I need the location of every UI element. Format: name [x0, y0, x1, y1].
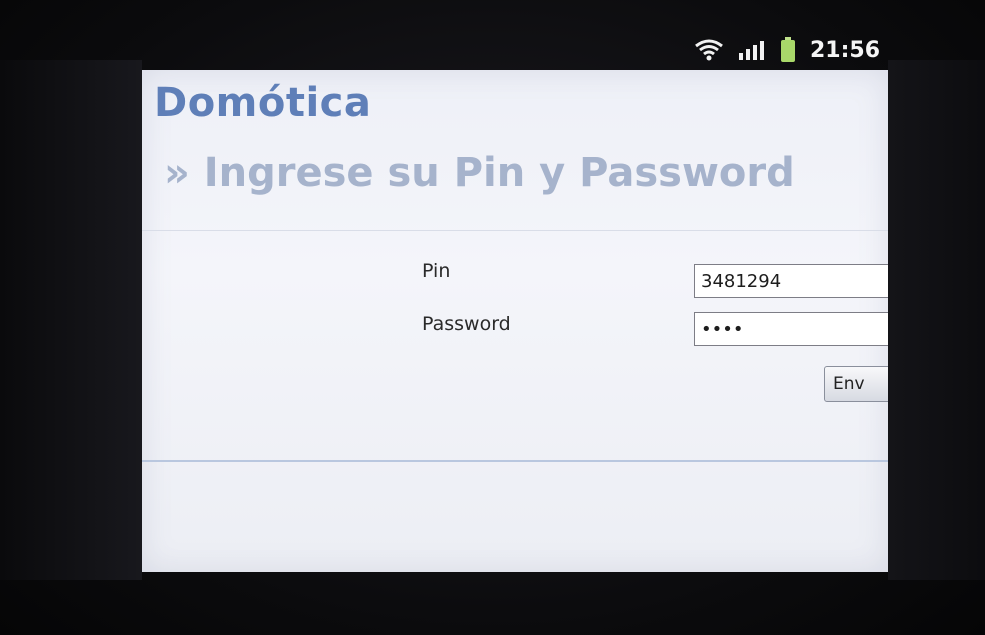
signal-icon	[738, 39, 766, 61]
password-input[interactable]	[694, 312, 888, 346]
page-subtitle: » Ingrese su Pin y Password	[164, 150, 795, 196]
battery-icon	[780, 37, 796, 63]
pin-input[interactable]	[694, 264, 888, 298]
pin-label: Pin	[422, 260, 451, 282]
password-label: Password	[422, 313, 511, 335]
browser-page: Domótica » Ingrese su Pin y Password Pin…	[142, 70, 888, 572]
clock: 21:56	[809, 37, 880, 63]
device-bezel-left	[0, 60, 142, 580]
submit-button[interactable]: Env	[824, 366, 888, 402]
header-divider	[142, 230, 888, 231]
footer-divider	[142, 460, 888, 462]
status-bar: 21:56	[140, 30, 890, 70]
wifi-icon	[694, 38, 724, 62]
page-title: Domótica	[154, 80, 372, 126]
device-bezel-right	[888, 60, 985, 580]
